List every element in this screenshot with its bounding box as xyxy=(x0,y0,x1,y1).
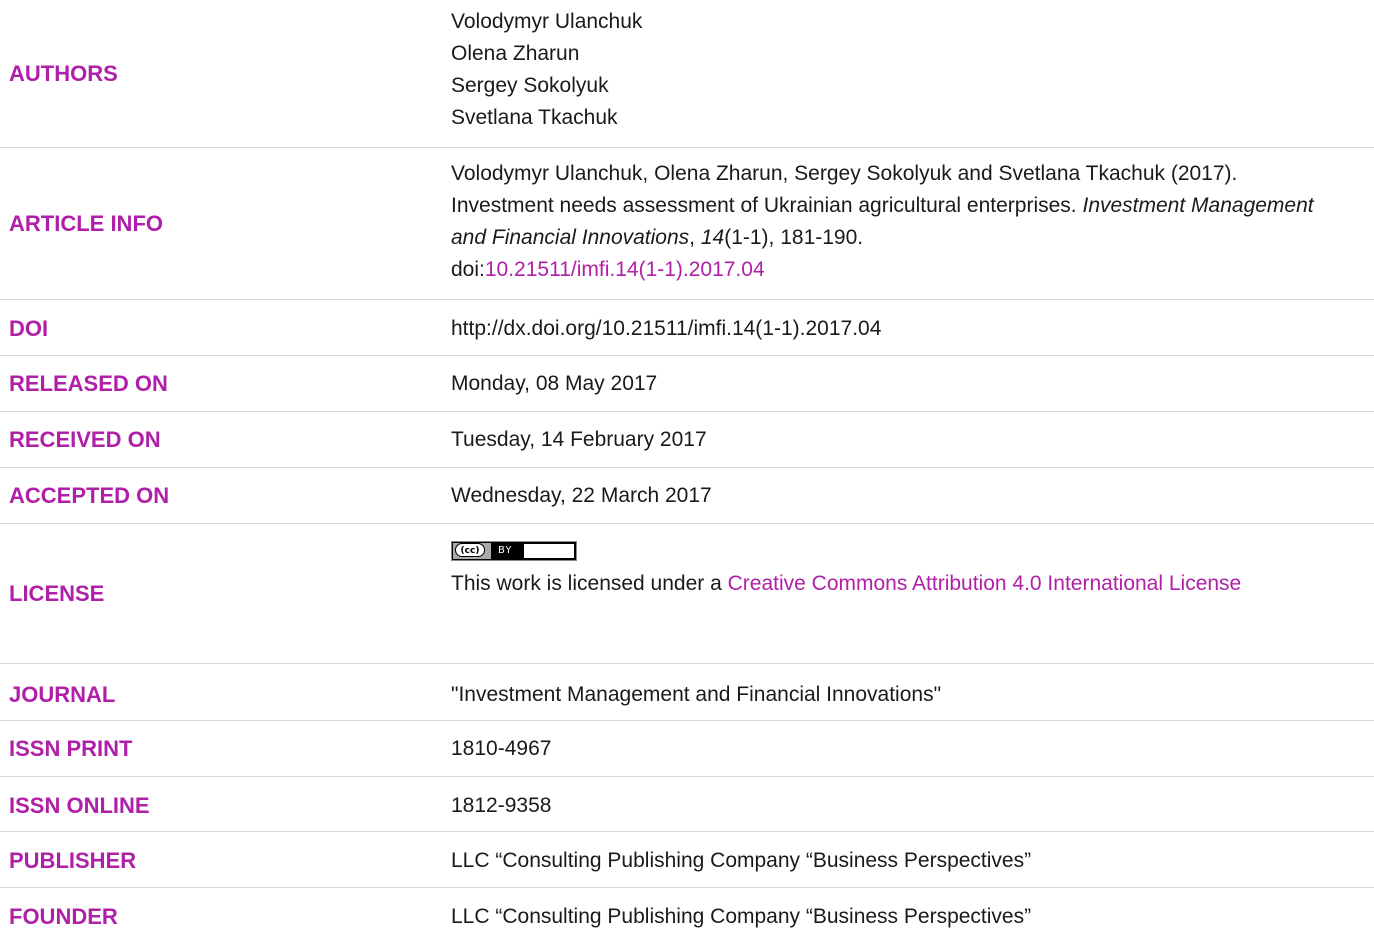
accepted-label: ACCEPTED ON xyxy=(9,483,170,508)
license-text: This work is licensed under a Creative C… xyxy=(451,568,1344,600)
issn-online-label: ISSN ONLINE xyxy=(9,793,150,818)
issn-print-row: ISSN PRINT 1810-4967 xyxy=(0,721,1374,777)
authors-row: AUTHORS Volodymyr Ulanchuk Olena Zharun … xyxy=(0,0,1374,148)
released-label: RELEASED ON xyxy=(9,371,168,396)
journal-label: JOURNAL xyxy=(9,682,116,707)
founder-label: FOUNDER xyxy=(9,904,118,929)
citation-issue-pages: (1-1), 181-190. xyxy=(724,226,864,249)
authors-list: Volodymyr Ulanchuk Olena Zharun Sergey S… xyxy=(451,6,1344,134)
issn-print-value: 1810-4967 xyxy=(451,737,552,760)
article-info-row: ARTICLE INFO Volodymyr Ulanchuk, Olena Z… xyxy=(0,148,1374,300)
cc-icon: (cc) xyxy=(455,543,485,557)
received-value: Tuesday, 14 February 2017 xyxy=(451,428,707,451)
citation-doi-link[interactable]: 10.21511/imfi.14(1-1).2017.04 xyxy=(485,258,765,281)
issn-online-value: 1812-9358 xyxy=(451,794,552,817)
issn-print-label: ISSN PRINT xyxy=(9,736,133,761)
citation-doi-prefix: doi: xyxy=(451,258,485,281)
author-name: Svetlana Tkachuk xyxy=(451,106,618,129)
citation: Volodymyr Ulanchuk, Olena Zharun, Sergey… xyxy=(451,158,1344,286)
founder-value: LLC “Consulting Publishing Company “Busi… xyxy=(451,905,1032,928)
released-value: Monday, 08 May 2017 xyxy=(451,372,658,395)
authors-label: AUTHORS xyxy=(9,61,118,86)
doi-label: DOI xyxy=(9,316,49,341)
license-prefix: This work is licensed under a xyxy=(451,572,728,595)
journal-value: "Investment Management and Financial Inn… xyxy=(451,683,942,706)
accepted-value: Wednesday, 22 March 2017 xyxy=(451,484,712,507)
author-name: Olena Zharun xyxy=(451,42,580,65)
issn-online-row: ISSN ONLINE 1812-9358 xyxy=(0,777,1374,832)
received-label: RECEIVED ON xyxy=(9,427,161,452)
publisher-label: PUBLISHER xyxy=(9,848,137,873)
by-icon: BY xyxy=(498,545,513,556)
founder-row: FOUNDER LLC “Consulting Publishing Compa… xyxy=(0,888,1374,940)
publisher-row: PUBLISHER LLC “Consulting Publishing Com… xyxy=(0,832,1374,888)
released-row: RELEASED ON Monday, 08 May 2017 xyxy=(0,356,1374,412)
doi-row: DOI http://dx.doi.org/10.21511/imfi.14(1… xyxy=(0,300,1374,356)
license-label: LICENSE xyxy=(9,581,105,606)
cc-by-badge[interactable]: (cc) BY xyxy=(451,541,577,561)
license-row: LICENSE (cc) BY This work is licensed un… xyxy=(0,524,1374,664)
article-info-label: ARTICLE INFO xyxy=(9,211,163,236)
citation-comma: , xyxy=(689,226,701,249)
license-link[interactable]: Creative Commons Attribution 4.0 Interna… xyxy=(728,572,1242,595)
doi-value: http://dx.doi.org/10.21511/imfi.14(1-1).… xyxy=(451,317,882,340)
accepted-row: ACCEPTED ON Wednesday, 22 March 2017 xyxy=(0,468,1374,524)
author-name: Volodymyr Ulanchuk xyxy=(451,10,643,33)
article-info-page: AUTHORS Volodymyr Ulanchuk Olena Zharun … xyxy=(0,0,1374,940)
journal-row: JOURNAL "Investment Management and Finan… xyxy=(0,664,1374,721)
received-row: RECEIVED ON Tuesday, 14 February 2017 xyxy=(0,412,1374,468)
author-name: Sergey Sokolyuk xyxy=(451,74,609,97)
publisher-value: LLC “Consulting Publishing Company “Busi… xyxy=(451,849,1032,872)
citation-volume: 14 xyxy=(700,226,725,249)
